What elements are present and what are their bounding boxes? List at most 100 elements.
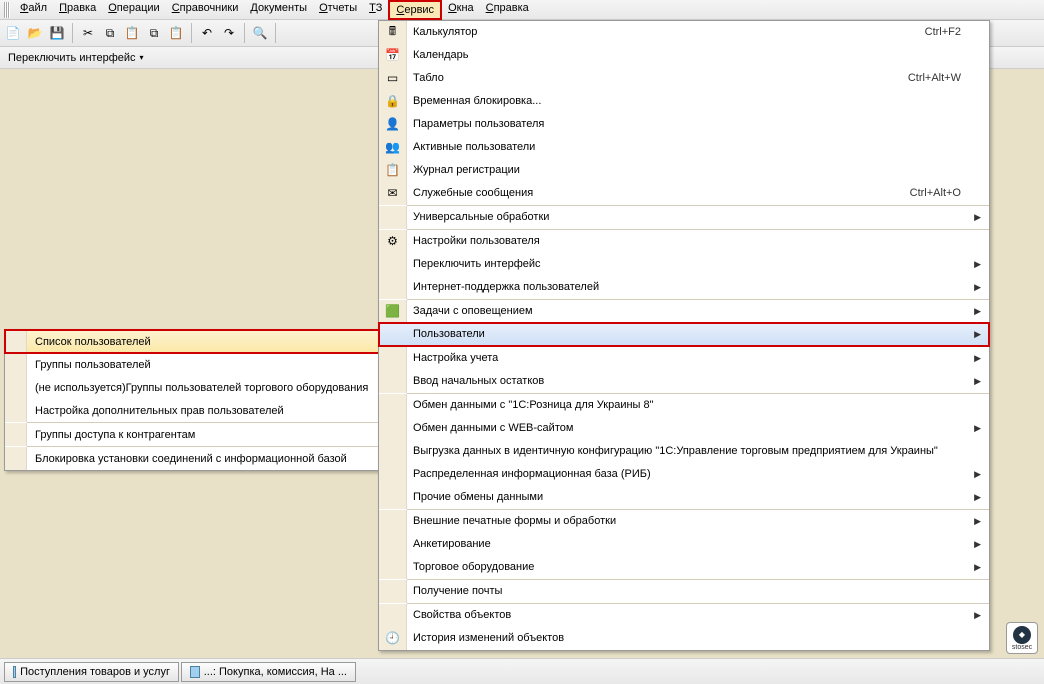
submenu-item[interactable]: Группы пользователей [5, 353, 381, 376]
menu-item-icon [379, 370, 407, 393]
menu-item[interactable]: Ввод начальных остатков▶ [379, 370, 989, 393]
submenu-arrow-icon: ▶ [974, 516, 981, 527]
menu-файл[interactable]: Файл [14, 0, 53, 20]
menu-item[interactable]: Получение почты [379, 580, 989, 603]
menu-item-icon: 🔒 [379, 90, 407, 113]
submenu-item[interactable]: Группы доступа к контрагентам [5, 423, 381, 446]
menu-item-icon [379, 276, 407, 299]
menu-item[interactable]: Универсальные обработки▶ [379, 206, 989, 229]
menu-item[interactable]: Прочие обмены данными▶ [379, 486, 989, 509]
menu-item-label: Журнал регистрации [407, 164, 989, 176]
menu-item-icon [379, 533, 407, 556]
save-icon[interactable]: 💾 [48, 24, 66, 42]
menu-item[interactable]: Обмен данными с "1С:Розница для Украины … [379, 394, 989, 417]
taskbar-item-label: ...: Покупка, комиссия, На ... [204, 666, 347, 678]
submenu-item-icon [5, 330, 27, 353]
submenu-item[interactable]: Настройка дополнительных прав пользовате… [5, 399, 381, 422]
menu-item-icon [379, 440, 407, 463]
menu-item[interactable]: Выгрузка данных в идентичную конфигураци… [379, 440, 989, 463]
menu-операции[interactable]: Операции [102, 0, 165, 20]
menu-item[interactable]: Интернет-поддержка пользователей▶ [379, 276, 989, 299]
menu-item-label: Ввод начальных остатков [407, 375, 989, 387]
menu-item-label: Выгрузка данных в идентичную конфигураци… [407, 445, 989, 457]
menu-item[interactable]: 🖩КалькуляторCtrl+F2 [379, 21, 989, 44]
search-icon[interactable]: 🔍 [251, 24, 269, 42]
paste-icon[interactable]: 📋 [123, 24, 141, 42]
submenu-item-label: Группы пользователей [27, 359, 381, 371]
menu-item[interactable]: Обмен данными с WEB-сайтом▶ [379, 417, 989, 440]
menu-item-label: Анкетирование [407, 538, 989, 550]
submenu-item[interactable]: Блокировка установки соединений с информ… [5, 447, 381, 470]
submenu-item-icon [5, 376, 27, 399]
menu-сервис[interactable]: Сервис [388, 0, 442, 20]
menu-item-icon [379, 253, 407, 276]
menu-item-label: Переключить интерфейс [407, 258, 989, 270]
submenu-item-icon [5, 399, 27, 422]
taskbar-item[interactable]: ...: Покупка, комиссия, На ... [181, 662, 356, 682]
menu-item-label: Задачи с оповещением [407, 305, 989, 317]
menu-item[interactable]: ✉Служебные сообщенияCtrl+Alt+O [379, 182, 989, 205]
menu-тз[interactable]: ТЗ [363, 0, 388, 20]
toolbar-divider [191, 23, 192, 43]
submenu-arrow-icon: ▶ [974, 282, 981, 293]
menu-item-icon: ⚙ [379, 230, 407, 253]
menu-item-icon: 📋 [379, 159, 407, 182]
service-dropdown-menu: 🖩КалькуляторCtrl+F2📅Календарь▭ТаблоCtrl+… [378, 20, 990, 651]
redo-icon[interactable]: ↷ [220, 24, 238, 42]
submenu-item[interactable]: (не используется)Группы пользователей то… [5, 376, 381, 399]
menu-справочники[interactable]: Справочники [166, 0, 245, 20]
menu-item[interactable]: 🕘История изменений объектов [379, 627, 989, 650]
menu-правка[interactable]: Правка [53, 0, 102, 20]
menu-item[interactable]: Настройка учета▶ [379, 347, 989, 370]
menu-окна[interactable]: Окна [442, 0, 480, 20]
menu-item-icon: 🟩 [379, 300, 407, 323]
menu-item-label: Активные пользователи [407, 141, 989, 153]
open-icon[interactable]: 📂 [26, 24, 44, 42]
paste2-icon[interactable]: 📋 [167, 24, 185, 42]
submenu-arrow-icon: ▶ [974, 423, 981, 434]
menu-item[interactable]: Внешние печатные формы и обработки▶ [379, 510, 989, 533]
menu-item-icon: ✉ [379, 182, 407, 205]
window-icon [13, 666, 16, 678]
menu-item-icon: 📅 [379, 44, 407, 67]
toolbar-divider [72, 23, 73, 43]
menu-item-label: История изменений объектов [407, 632, 989, 644]
menu-справка[interactable]: Справка [480, 0, 535, 20]
menu-item[interactable]: Анкетирование▶ [379, 533, 989, 556]
copy-icon[interactable]: ⧉ [101, 24, 119, 42]
undo-icon[interactable]: ↶ [198, 24, 216, 42]
menu-item[interactable]: Пользователи▶ [379, 323, 989, 346]
menu-item-label: Прочие обмены данными [407, 491, 989, 503]
taskbar: Поступления товаров и услуг ...: Покупка,… [0, 658, 1044, 684]
menu-item[interactable]: Свойства объектов▶ [379, 604, 989, 627]
menu-отчеты[interactable]: Отчеты [313, 0, 363, 20]
submenu-item[interactable]: Список пользователей [5, 330, 381, 353]
submenu-arrow-icon: ▶ [974, 562, 981, 573]
menu-item[interactable]: 👥Активные пользователи [379, 136, 989, 159]
new-doc-icon[interactable]: 📄 [4, 24, 22, 42]
copy2-icon[interactable]: ⧉ [145, 24, 163, 42]
menu-item-label: Калькулятор [407, 26, 925, 38]
menu-item[interactable]: ⚙Настройки пользователя [379, 230, 989, 253]
menu-item[interactable]: ▭ТаблоCtrl+Alt+W [379, 67, 989, 90]
menu-item[interactable]: Распределенная информационная база (РИБ)… [379, 463, 989, 486]
submenu-arrow-icon: ▶ [974, 469, 981, 480]
menu-item[interactable]: 📋Журнал регистрации [379, 159, 989, 182]
taskbar-item[interactable]: Поступления товаров и услуг [4, 662, 179, 682]
menu-item[interactable]: 👤Параметры пользователя [379, 113, 989, 136]
menu-item[interactable]: 📅Календарь [379, 44, 989, 67]
submenu-arrow-icon: ▶ [974, 376, 981, 387]
menu-item-icon [379, 604, 407, 627]
menu-item[interactable]: 🔒Временная блокировка... [379, 90, 989, 113]
menu-item-icon [379, 206, 407, 229]
submenu-arrow-icon: ▶ [974, 492, 981, 503]
menu-item[interactable]: Торговое оборудование▶ [379, 556, 989, 579]
cut-icon[interactable]: ✂ [79, 24, 97, 42]
menu-документы[interactable]: Документы [244, 0, 313, 20]
menu-item[interactable]: 🟩Задачи с оповещением▶ [379, 300, 989, 323]
menu-item-label: Интернет-поддержка пользователей [407, 281, 989, 293]
menu-item-icon [379, 347, 407, 370]
submenu-item-icon [5, 423, 27, 446]
menu-item[interactable]: Переключить интерфейс▶ [379, 253, 989, 276]
menu-item-label: Получение почты [407, 585, 989, 597]
